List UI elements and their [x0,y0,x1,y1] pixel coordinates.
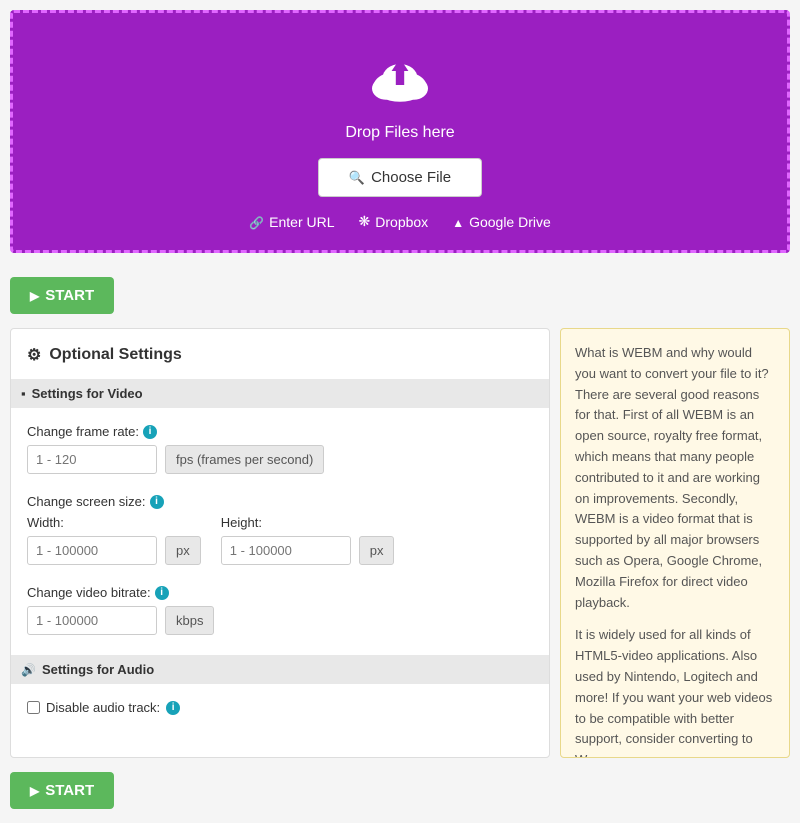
choose-file-button[interactable]: Choose File [318,158,482,197]
bitrate-info-icon[interactable]: i [155,586,169,600]
audio-icon [21,662,36,677]
settings-panel: Optional Settings Settings for Video Cha… [10,328,550,758]
screen-size-label: Change screen size: i [27,494,533,509]
drop-text: Drop Files here [33,124,767,142]
screen-size-inputs: Width: px Height: px [27,515,533,565]
bitrate-unit: kbps [165,606,214,635]
height-group: Height: px [221,515,395,565]
play-icon-top [30,287,39,304]
main-layout: Optional Settings Settings for Video Cha… [0,328,800,758]
height-input[interactable] [221,536,351,565]
height-row: px [221,536,395,565]
info-paragraph-1: What is WEBM and why would you want to c… [575,343,775,613]
frame-rate-label: Change frame rate: i [27,424,533,439]
play-icon-bottom [30,782,39,799]
choose-file-label: Choose File [371,169,451,186]
google-drive-link[interactable]: Google Drive [452,213,551,230]
width-unit: px [165,536,201,565]
search-icon [349,169,365,186]
drive-icon [452,214,464,230]
frame-rate-input[interactable] [27,445,157,474]
audio-section-header: Settings for Audio [11,655,549,684]
frame-rate-info-icon[interactable]: i [143,425,157,439]
enter-url-link[interactable]: Enter URL [249,213,334,230]
screen-size-info-icon[interactable]: i [150,495,164,509]
width-row: px [27,536,201,565]
frame-rate-unit: fps (frames per second) [165,445,324,474]
screen-size-group: Change screen size: i Width: px Height: … [27,494,533,565]
bitrate-input[interactable] [27,606,157,635]
width-input[interactable] [27,536,157,565]
upload-cloud-icon [365,43,435,116]
bitrate-group: Change video bitrate: i kbps [27,585,533,635]
frame-rate-row: fps (frames per second) [27,445,533,474]
width-label: Width: [27,515,201,530]
upload-links: Enter URL Dropbox Google Drive [33,213,767,230]
info-paragraph-2: It is widely used for all kinds of HTML5… [575,625,775,758]
upload-dropzone[interactable]: Drop Files here Choose File Enter URL Dr… [10,10,790,253]
gear-icon [27,345,41,365]
bitrate-label: Change video bitrate: i [27,585,533,600]
settings-title: Optional Settings [27,345,533,365]
start-button-bottom[interactable]: START [10,772,114,809]
link-icon [249,214,264,230]
dropbox-icon [359,213,371,230]
dropbox-link[interactable]: Dropbox [359,213,429,230]
bitrate-row: kbps [27,606,533,635]
height-label: Height: [221,515,395,530]
info-panel: What is WEBM and why would you want to c… [560,328,790,758]
height-unit: px [359,536,395,565]
start-button-top[interactable]: START [10,277,114,314]
disable-audio-row: Disable audio track: i [27,700,533,715]
disable-audio-checkbox[interactable] [27,701,40,714]
width-group: Width: px [27,515,201,565]
video-icon [21,386,26,401]
frame-rate-group: Change frame rate: i fps (frames per sec… [27,424,533,474]
disable-audio-group: Disable audio track: i [27,700,533,715]
video-section-header: Settings for Video [11,379,549,408]
disable-audio-info-icon[interactable]: i [166,701,180,715]
